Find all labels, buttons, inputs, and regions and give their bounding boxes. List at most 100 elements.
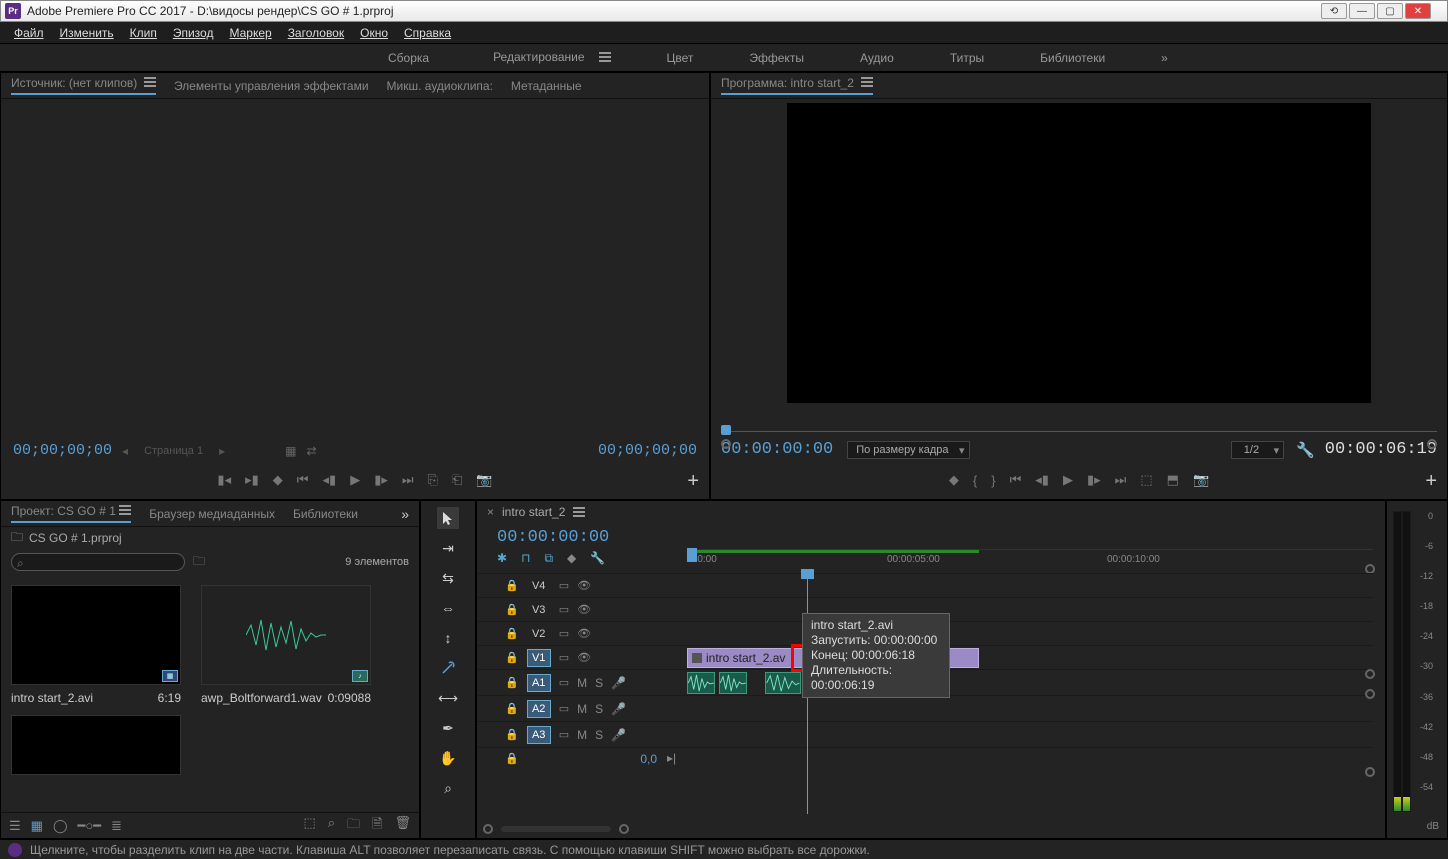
link-icon[interactable]: ⧉ <box>544 551 553 566</box>
tab-effect-controls[interactable]: Элементы управления эффектами <box>174 79 369 93</box>
audio-clip[interactable] <box>687 672 715 694</box>
grid-icon[interactable]: ▦ <box>285 444 296 458</box>
lift-icon[interactable]: ⬚ <box>1140 472 1152 488</box>
lock-icon[interactable]: 🔒 <box>505 728 519 741</box>
step-back-icon[interactable]: ◂▮ <box>1035 472 1049 488</box>
auto-seq-icon[interactable]: ⬚ <box>303 815 315 837</box>
lock-icon[interactable]: 🔒 <box>505 603 519 616</box>
lock-icon[interactable]: 🔒 <box>505 651 519 664</box>
sync-icon[interactable]: ▭ <box>559 651 569 664</box>
menu-file[interactable]: Файл <box>6 24 52 42</box>
menu-marker[interactable]: Маркер <box>221 24 279 42</box>
freeform-icon[interactable]: ◯ <box>53 818 68 834</box>
step-back-icon[interactable]: ◂▮ <box>323 472 337 488</box>
lock-icon[interactable]: 🔒 <box>505 627 519 640</box>
h-zoom-left[interactable] <box>483 824 493 834</box>
mark-in-icon[interactable]: { <box>973 473 977 488</box>
trash-icon[interactable]: 🗑 <box>394 815 411 837</box>
hamburger-icon[interactable] <box>144 77 156 87</box>
thumb-item[interactable] <box>11 715 181 775</box>
ws-titles[interactable]: Титры <box>942 47 992 69</box>
ws-assembly[interactable]: Сборка <box>380 47 437 69</box>
magnet-icon[interactable]: ⊓ <box>521 551 530 566</box>
sync-icon[interactable]: ▭ <box>559 728 569 741</box>
pan-value[interactable]: 0,0 <box>640 752 657 766</box>
track-a2[interactable]: A2 <box>527 700 551 718</box>
ws-libraries[interactable]: Библиотеки <box>1032 47 1113 69</box>
tab-metadata[interactable]: Метаданные <box>511 79 582 93</box>
add-button-icon[interactable]: + <box>1425 470 1437 493</box>
sync-icon[interactable]: ▭ <box>559 627 569 640</box>
marker-icon[interactable]: ◆ <box>949 472 959 488</box>
ws-editing[interactable]: Редактирование <box>477 42 618 74</box>
program-ruler[interactable] <box>721 425 1437 437</box>
wrench-icon[interactable]: 🔧 <box>1296 441 1315 459</box>
rolling-tool[interactable]: ⇔ <box>437 597 459 619</box>
add-button-icon[interactable]: + <box>687 470 699 493</box>
playhead-icon[interactable] <box>687 548 697 562</box>
razor-tool[interactable] <box>437 657 459 679</box>
lock-icon[interactable]: 🔒 <box>505 752 519 765</box>
v-scroll-handle[interactable] <box>1365 767 1375 777</box>
tab-libraries[interactable]: Библиотеки <box>293 507 358 521</box>
track-v4[interactable]: V4 <box>527 578 551 594</box>
zoom-tool[interactable]: ⌕ <box>437 777 459 799</box>
eye-icon[interactable]: 👁 <box>577 579 591 592</box>
program-playhead[interactable] <box>721 425 731 435</box>
sync-icon[interactable]: ▭ <box>559 579 569 592</box>
close-button[interactable]: ✕ <box>1405 3 1431 19</box>
icon-view-icon[interactable]: ▦ <box>31 818 43 834</box>
tab-media-browser[interactable]: Браузер медиаданных <box>149 507 275 521</box>
source-tc-right[interactable]: 00;00;00;00 <box>598 442 697 459</box>
hamburger-icon[interactable] <box>573 507 585 517</box>
export-frame-icon[interactable]: 📷 <box>1193 472 1209 488</box>
lock-icon[interactable]: 🔒 <box>505 676 519 689</box>
step-fwd-icon[interactable]: ▮▸ <box>1087 472 1101 488</box>
timeline-tc[interactable]: 00:00:00:00 <box>497 528 609 547</box>
tab-program[interactable]: Программа: intro start_2 <box>721 76 873 95</box>
selection-tool[interactable] <box>437 507 459 529</box>
lock-icon[interactable]: 🔒 <box>505 702 519 715</box>
tab-audio-mixer[interactable]: Микш. аудиоклипа: <box>387 79 493 93</box>
extract-icon[interactable]: ⬒ <box>1167 472 1179 488</box>
track-select-tool[interactable]: ⇥ <box>437 537 459 559</box>
eye-icon[interactable]: 👁 <box>577 651 591 664</box>
go-out-icon[interactable]: ⏭ <box>1115 472 1127 488</box>
menu-help[interactable]: Справка <box>396 24 459 42</box>
sync-icon[interactable]: ▭ <box>559 676 569 689</box>
program-video[interactable] <box>787 103 1371 403</box>
wrench2-icon[interactable]: 🔧 <box>590 551 605 566</box>
sync-icon[interactable]: ▭ <box>559 702 569 715</box>
h-zoom-right[interactable] <box>619 824 629 834</box>
overflow-icon[interactable]: » <box>401 506 409 522</box>
new-item-icon[interactable]: 🗎 <box>372 815 382 837</box>
mute-icon[interactable]: M <box>577 702 587 716</box>
solo-icon[interactable]: S <box>595 676 603 690</box>
track-a1[interactable]: A1 <box>527 674 551 692</box>
go-in-icon[interactable]: ⏮ <box>297 472 309 488</box>
mute-icon[interactable]: M <box>577 728 587 742</box>
eye-icon[interactable]: 👁 <box>577 627 591 640</box>
zoom-handle-left[interactable] <box>721 439 731 449</box>
new-bin-icon[interactable]: 🗀 <box>347 815 360 837</box>
go-out-icon[interactable]: ⏭ <box>402 472 414 488</box>
solo-icon[interactable]: S <box>595 728 603 742</box>
slip-tool[interactable]: ⟷ <box>437 687 459 709</box>
marker-icon[interactable]: ◆ <box>273 472 283 488</box>
hamburger-icon[interactable] <box>119 505 131 515</box>
mark-in-icon[interactable]: ▮◂ <box>217 472 231 488</box>
menu-title[interactable]: Заголовок <box>280 24 352 42</box>
mic-icon[interactable]: 🎤 <box>611 728 626 742</box>
menu-sequence[interactable]: Эпизод <box>165 24 222 42</box>
close-seq-icon[interactable]: × <box>487 505 494 519</box>
play-icon[interactable]: ▶ <box>350 472 360 488</box>
track-v2[interactable]: V2 <box>527 626 551 642</box>
step-fwd-icon[interactable]: ▮▸ <box>374 472 388 488</box>
rate-stretch-tool[interactable]: ↕ <box>437 627 459 649</box>
mic-icon[interactable]: 🎤 <box>611 702 626 716</box>
lock-icon[interactable]: 🔒 <box>505 579 519 592</box>
source-tc-left[interactable]: 00;00;00;00 <box>13 442 112 459</box>
mark-out-icon[interactable]: ▸▮ <box>245 472 259 488</box>
zoom-slider[interactable]: ━○━ <box>78 818 102 834</box>
fit-select[interactable]: По размеру кадра <box>847 441 969 459</box>
